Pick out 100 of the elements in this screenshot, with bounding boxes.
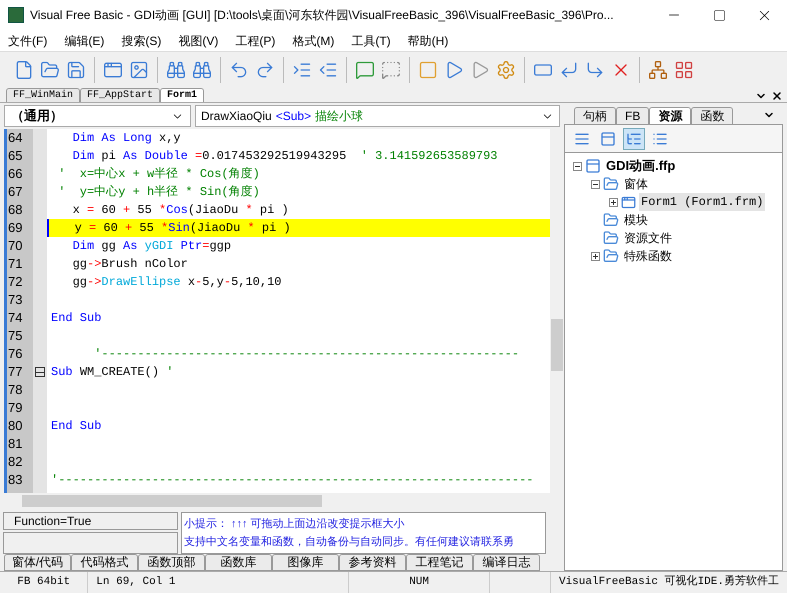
image-icon[interactable] <box>129 60 149 80</box>
code-line: Dim gg As yGDI Ptr=ggp <box>72 238 232 255</box>
hierarchy-icon[interactable] <box>648 60 668 80</box>
code-line: '---------------------------------------------------------- <box>93 346 520 363</box>
procedure-dropdown[interactable]: DrawXiaoQiu <Sub> 描绘小球 <box>195 105 560 127</box>
folder-icon <box>603 212 619 228</box>
panel-tab[interactable]: FB <box>616 107 650 124</box>
menu-item[interactable]: 视图(V) <box>178 32 218 50</box>
undo-icon[interactable] <box>229 60 249 80</box>
menu-item[interactable]: 编辑(E) <box>64 32 104 50</box>
window-icon <box>621 194 636 210</box>
code-line: Dim pi As Double =0.017453292519943295 ' 3.141592653589793 <box>72 148 499 165</box>
file-icon[interactable] <box>14 60 34 80</box>
procedure-name: DrawXiaoQiu <box>201 108 272 125</box>
gear-icon[interactable] <box>496 60 516 80</box>
binoculars-icon[interactable] <box>166 60 186 80</box>
file-tab[interactable]: Form1 <box>160 88 204 102</box>
code-line: Sub WM_CREATE() ' <box>50 364 174 381</box>
lines-icon <box>574 130 590 146</box>
line-number: 74 <box>7 309 24 327</box>
menu-item[interactable]: 文件(F) <box>8 32 48 50</box>
arrow-right-icon[interactable] <box>585 60 605 80</box>
line-number: 69 <box>7 219 24 237</box>
code-line: gg->Brush nColor <box>72 256 189 273</box>
bottom-tab[interactable]: 编译日志 <box>473 554 540 571</box>
hint-text: 支持中文名变量和函数，自动备份与自动同步。有任何建议请联系勇 <box>184 534 515 550</box>
line-number: 64 <box>7 129 24 147</box>
window-icon <box>585 158 601 174</box>
tree-item[interactable]: 窗体 <box>622 175 650 193</box>
code-line: End Sub <box>50 418 102 435</box>
close-icon[interactable] <box>771 90 783 102</box>
status-text: NUM <box>409 575 430 590</box>
info-text: Function=True <box>3 512 178 530</box>
line-number: 70 <box>7 237 24 255</box>
line-number: 66 <box>7 165 24 183</box>
bottom-tab[interactable]: 参考资料 <box>339 554 406 571</box>
code-line: ' x=中心x + w半径 * Cos(角度) <box>57 166 261 183</box>
file-tab[interactable]: FF_AppStart <box>80 88 160 102</box>
tree-item[interactable]: Form1 (Form1.frm) <box>639 193 766 211</box>
menu-item[interactable]: 帮助(H) <box>408 32 448 50</box>
line-number: 71 <box>7 255 24 273</box>
view-button[interactable] <box>623 128 645 150</box>
menu-item[interactable]: 工具(T) <box>351 32 391 50</box>
panel-tab[interactable]: 资源 <box>649 107 692 124</box>
stop-icon[interactable] <box>418 60 438 80</box>
fold-marker[interactable] <box>35 367 45 377</box>
hint-text: 小提示： ↑↑↑ 可拖动上面边沿改变提示框大小 <box>184 516 406 532</box>
window-title: Visual Free Basic - GDI动画 [GUI] [D:\tools\桌面\河东软件园\VisualFreeBasic_396\VisualFreeBasic_396\Pro... <box>30 7 615 24</box>
bottom-tab[interactable]: 代码格式 <box>71 554 138 571</box>
vertical-scrollbar[interactable] <box>550 129 564 493</box>
bottom-tab[interactable]: 函数顶部 <box>138 554 205 571</box>
window-icon[interactable] <box>103 60 123 80</box>
folder-icon <box>603 248 619 264</box>
binoculars-icon[interactable] <box>192 60 212 80</box>
line-number: 73 <box>7 291 24 309</box>
tree-item[interactable]: 特殊函数 <box>622 247 674 265</box>
expander[interactable] <box>609 198 618 206</box>
expander[interactable] <box>573 162 582 170</box>
maximize-icon[interactable] <box>713 8 726 22</box>
tree-item[interactable]: 资源文件 <box>622 229 674 247</box>
line-number: 65 <box>7 147 24 165</box>
expander[interactable] <box>591 252 600 260</box>
file-tab[interactable]: FF_WinMain <box>6 88 80 102</box>
menu-item[interactable]: 搜索(S) <box>121 32 162 50</box>
status-text: FB 64bit <box>17 575 70 590</box>
grid-icon[interactable] <box>674 60 694 80</box>
code-line: gg->DrawEllipse x-5,y-5,10,10 <box>72 274 282 291</box>
tree-item[interactable]: 模块 <box>622 211 650 229</box>
redo-icon[interactable] <box>255 60 275 80</box>
code-line: x = 60 + 55 *Cos(JiaoDu * pi ) <box>72 202 290 219</box>
panel-tab[interactable]: 函数 <box>691 107 734 124</box>
line-number: 67 <box>7 183 24 201</box>
tree-item[interactable]: GDI动画.ffp <box>604 156 678 176</box>
procedure-kind: <Sub> <box>276 108 312 125</box>
window-icon <box>600 130 616 146</box>
object-dropdown[interactable]: （通用） <box>4 105 191 127</box>
app-icon <box>8 7 24 23</box>
expander[interactable] <box>591 180 600 188</box>
save-icon[interactable] <box>66 60 86 80</box>
comment-icon[interactable] <box>355 60 375 80</box>
code-line: '------------------------------------------------------------------ <box>50 472 534 489</box>
arrow-left-icon[interactable] <box>559 60 579 80</box>
menu-item[interactable]: 格式(M) <box>292 32 334 50</box>
line-number: 78 <box>7 381 24 399</box>
folder-icon[interactable] <box>40 60 60 80</box>
line-number: 72 <box>7 273 24 291</box>
line-number: 77 <box>7 363 24 381</box>
bottom-tab[interactable]: 窗体/代码 <box>4 554 71 571</box>
bottom-tab[interactable]: 工程笔记 <box>406 554 473 571</box>
uncomment-icon[interactable] <box>381 60 401 80</box>
tree-icon <box>626 130 642 146</box>
bottom-tab[interactable]: 图像库 <box>272 554 339 571</box>
status-text: VisualFreeBasic 可视化IDE.勇芳软件工 <box>558 574 779 590</box>
status-text: Ln 69, Col 1 <box>96 575 176 590</box>
panel-tab[interactable]: 句柄 <box>574 107 616 124</box>
bottom-tab[interactable]: 函数库 <box>205 554 272 571</box>
menu-item[interactable]: 工程(P) <box>235 32 276 50</box>
line-number: 79 <box>7 399 24 417</box>
line-number: 76 <box>7 345 24 363</box>
folder-icon <box>603 230 619 246</box>
